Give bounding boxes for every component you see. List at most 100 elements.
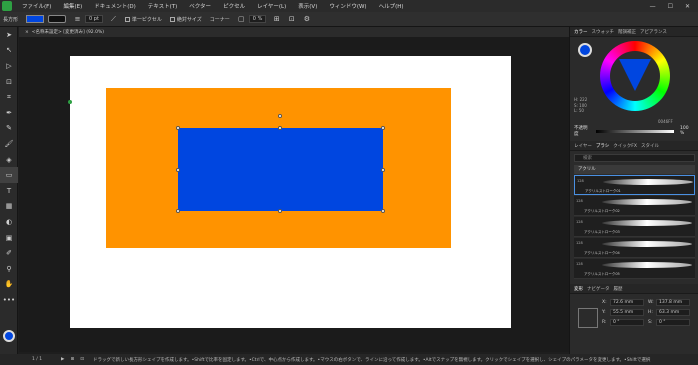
fill-tool-icon[interactable]: ◈ [0,152,18,168]
zoom-tool-icon[interactable]: ⚲ [0,261,18,277]
blue-rectangle[interactable] [178,128,383,211]
menu-vector[interactable]: ベクター [183,2,217,10]
x-label: X: [602,300,607,305]
tab-adjustments[interactable]: 階調補正 [618,29,636,35]
menu-edit[interactable]: 編集(E) [57,2,88,10]
tab-navigator[interactable]: ナビゲータ [587,286,610,292]
maximize-icon[interactable]: ☐ [668,3,673,10]
pencil-tool-icon[interactable]: ✎ [0,121,18,137]
transform-icon[interactable]: ⊡ [287,15,296,24]
node-tool-icon[interactable]: ↖ [0,43,18,59]
menu-help[interactable]: ヘルプ(H) [373,2,410,10]
settings-gear-icon[interactable]: ⚙ [302,15,311,24]
brush-item[interactable]: 128 アクリルストローク05 [574,259,695,279]
brush-item[interactable]: 128 アクリルストローク01 [574,175,695,195]
pixel-snap-toggle[interactable]: 単一ピクセル [124,16,162,23]
opacity-value[interactable]: 100 % [680,126,694,136]
stroke-width-field[interactable]: 0 pt [85,15,103,23]
brush-item[interactable]: 128 アクリルストローク03 [574,217,695,237]
color-triangle[interactable] [619,59,651,91]
menu-view[interactable]: 表示(V) [292,2,323,10]
color-well[interactable] [3,330,15,342]
handle-bottom-right[interactable] [381,209,385,213]
brush-tool-icon[interactable]: 🖌 [0,136,18,152]
handle-top-left[interactable] [176,126,180,130]
brush-item[interactable]: 128 アクリルストローク04 [574,238,695,258]
lock-icon[interactable]: ⊡ [80,357,84,362]
tab-history[interactable]: 履歴 [614,286,623,292]
x-field[interactable]: 72.6 mm [610,299,644,306]
handle-right[interactable] [381,168,385,172]
corner-tool-icon[interactable]: ▷ [0,58,18,74]
anchor-selector[interactable] [578,308,598,328]
brush-category-select[interactable]: アクリル [574,165,695,174]
h-field[interactable]: 63.3 mm [656,309,690,316]
crop-tool-icon[interactable]: ⌗ [0,89,18,105]
menu-window[interactable]: ウィンドウ(W) [323,2,372,10]
hex-value[interactable]: 0046FF [658,119,673,124]
opacity-slider[interactable] [595,129,674,133]
menu-layer[interactable]: レイヤー(L) [251,2,292,10]
line-style-icon[interactable]: ⟋ [109,15,118,24]
tab-appearance[interactable]: アピアランス [640,29,667,35]
stroke-swatch[interactable] [48,15,66,23]
window-controls: — ☐ ✕ [650,3,698,10]
play-icon[interactable]: ▶ [61,357,64,362]
tab-color[interactable]: カラー [574,29,588,35]
stroke-style-icon[interactable]: ≡ [73,15,82,24]
handle-bottom[interactable] [278,209,282,213]
close-tab-icon[interactable]: × [25,30,29,35]
handle-top-right[interactable] [381,126,385,130]
brush-size: 128 [576,199,583,203]
y-field[interactable]: 55.5 mm [610,309,644,316]
handle-left[interactable] [176,168,180,172]
tab-layers[interactable]: レイヤー [574,143,592,149]
pen-tool-icon[interactable]: ✒ [0,105,18,121]
gradient-tool-icon[interactable]: ◐ [0,214,18,230]
handle-top[interactable] [278,126,282,130]
menu-text[interactable]: テキスト(T) [142,2,184,10]
brush-preview [603,179,693,185]
hand-tool-icon[interactable]: ✋ [0,277,18,293]
table-tool-icon[interactable]: ▦ [0,199,18,215]
fill-swatch[interactable] [26,15,44,23]
corner-value-field[interactable]: 0 % [248,15,267,23]
tab-swatches[interactable]: スウォッチ [592,29,615,35]
minimize-icon[interactable]: — [650,3,656,10]
transform-tool-icon[interactable]: ⊡ [0,74,18,90]
handle-bottom-left[interactable] [176,209,180,213]
close-icon[interactable]: ✕ [685,3,690,10]
page-indicator: 1 / 1 [32,357,43,362]
brush-item[interactable]: 128 アクリルストローク02 [574,196,695,216]
corner-type-icon[interactable]: ▢ [237,15,246,24]
rotation-field[interactable]: 0 ° [610,319,644,326]
color-panel-tabs: カラー スウォッチ 階調補正 アピアランス [570,27,698,37]
tool-name: 長方形 [3,16,19,23]
move-tool-icon[interactable]: ➤ [0,27,18,43]
tab-styles[interactable]: スタイル [641,143,659,149]
snap-icon[interactable]: ⊞ [70,357,74,362]
tab-brushes[interactable]: ブラシ [596,143,609,149]
eyedropper-tool-icon[interactable]: ✐ [0,245,18,261]
pixel-snap-checkbox[interactable] [124,16,130,22]
rotate-handle[interactable] [278,114,282,118]
w-field[interactable]: 137.8 mm [656,299,690,306]
rectangle-tool-icon[interactable]: ▭ [0,167,18,183]
tab-quickfx[interactable]: クイックFX [613,143,637,149]
absolute-size-toggle[interactable]: 絶対サイズ [169,16,202,23]
text-tool-icon[interactable]: T [0,183,18,199]
menu-file[interactable]: ファイル(F) [16,2,57,10]
brush-search-input[interactable]: 検索 [574,154,695,162]
shear-field[interactable]: 0 ° [656,319,690,326]
absolute-size-checkbox[interactable] [169,16,175,22]
menu-document[interactable]: ドキュメント(D) [88,2,142,10]
align-icon[interactable]: ⊞ [272,15,281,24]
current-color-swatch[interactable] [578,43,592,57]
image-tool-icon[interactable]: ▣ [0,230,18,246]
tab-transform[interactable]: 変形 [574,286,583,292]
document-tab[interactable]: × <名称未設定> [変更済み] (92.0%) [19,27,569,37]
more-tools-icon[interactable]: ••• [0,292,18,308]
brush-preview [602,199,692,205]
menu-pixel[interactable]: ピクセル [217,2,251,10]
w-label: W: [648,300,654,305]
